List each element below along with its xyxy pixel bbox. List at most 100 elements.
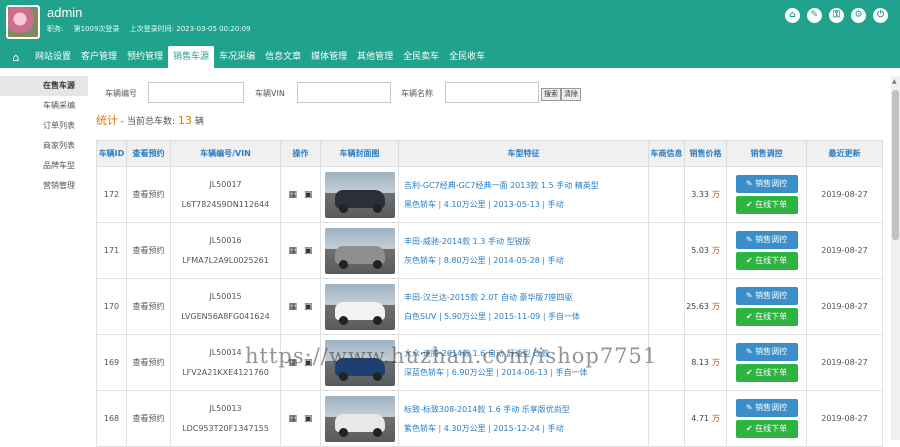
car-vin: L6T7824S9DN112644 bbox=[181, 199, 270, 209]
sidebar-item-orders[interactable]: 订单列表 bbox=[0, 116, 88, 136]
sidebar-item-marketing[interactable]: 营销管理 bbox=[0, 176, 88, 196]
sales-control-button[interactable]: ✎ 销售调控 bbox=[735, 175, 798, 193]
car-spec: 灰色轿车 | 8.80万公里 | 2014-05-28 | 手动 bbox=[404, 255, 564, 265]
sales-control-button[interactable]: ✎ 销售调控 bbox=[735, 231, 798, 249]
key-icon[interactable]: ⚿ bbox=[829, 8, 844, 23]
check-icon: ✔ bbox=[745, 200, 756, 209]
col-ops: 操作 bbox=[280, 140, 321, 167]
car-code: JL50014 bbox=[209, 347, 242, 357]
qrcode-icon[interactable]: ▦ bbox=[288, 246, 297, 256]
qrcode-icon[interactable]: ▦ bbox=[288, 414, 297, 424]
car-wheel-front bbox=[338, 259, 348, 269]
nav-item-bookings[interactable]: 预约管理 bbox=[122, 46, 168, 68]
nav-item-website[interactable]: 网站设置 bbox=[30, 46, 76, 68]
home-icon[interactable]: ⌂ bbox=[6, 48, 26, 68]
car-id: 171 bbox=[96, 222, 127, 279]
power-icon[interactable]: ⏻ bbox=[873, 8, 888, 23]
col-id[interactable]: 车辆ID bbox=[96, 140, 127, 167]
vertical-scrollbar[interactable]: ▲ bbox=[891, 76, 900, 440]
cover-cell bbox=[320, 278, 399, 335]
col-price[interactable]: 销售价格 bbox=[684, 140, 727, 167]
sidebar-item-brands[interactable]: 品牌车型 bbox=[0, 156, 88, 176]
clear-button[interactable]: 清除 bbox=[561, 88, 581, 101]
nav-item-sales[interactable]: 销售车源 bbox=[168, 46, 215, 68]
nav-item-buy-car[interactable]: 全民收车 bbox=[444, 46, 490, 68]
col-updated[interactable]: 最近更新 bbox=[806, 140, 883, 167]
stats-summary: 统计 - 当前总车数: 13 辆 bbox=[96, 112, 204, 128]
stats-desc: - 当前总车数: bbox=[118, 117, 176, 127]
nav-item-other[interactable]: 其他管理 bbox=[352, 46, 398, 68]
car-spec: 紫色轿车 | 4.30万公里 | 2015-12-24 | 手动 bbox=[404, 423, 564, 433]
car-cover-image[interactable] bbox=[324, 227, 395, 274]
qrcode-icon[interactable]: ▦ bbox=[288, 190, 297, 200]
car-no-input[interactable] bbox=[148, 82, 244, 103]
car-name-input[interactable] bbox=[445, 82, 539, 103]
car-vin: LFV2A21KXE4121760 bbox=[182, 367, 269, 377]
nav-item-articles[interactable]: 信息文章 bbox=[260, 46, 306, 68]
price-cell: 5.03 万 bbox=[684, 222, 727, 279]
car-model-link[interactable]: 大众-速腾-2014款 1.6 自动 舒适型 改款 bbox=[404, 344, 648, 363]
edit-icon: ✎ bbox=[745, 179, 756, 188]
order-online-button[interactable]: ✔ 在线下单 bbox=[735, 364, 798, 382]
nav-item-media[interactable]: 媒体管理 bbox=[306, 46, 352, 68]
view-booking-link[interactable]: 查看预约 bbox=[126, 278, 171, 335]
check-icon: ✔ bbox=[745, 256, 756, 265]
gear-icon[interactable]: ⚙ bbox=[851, 8, 866, 23]
qrcode-icon[interactable]: ▦ bbox=[288, 302, 297, 312]
order-online-button[interactable]: ✔ 在线下单 bbox=[735, 308, 798, 326]
image-icon[interactable]: ▣ bbox=[304, 302, 313, 312]
qrcode-icon[interactable]: ▦ bbox=[288, 358, 297, 368]
order-online-button[interactable]: ✔ 在线下单 bbox=[735, 420, 798, 438]
nav-item-sell-car[interactable]: 全民卖车 bbox=[398, 46, 444, 68]
vin-label: 车辆VIN bbox=[255, 89, 285, 98]
col-booking: 查看预约 bbox=[126, 140, 171, 167]
car-cover-image[interactable] bbox=[324, 395, 395, 442]
avatar[interactable] bbox=[6, 5, 40, 39]
image-icon[interactable]: ▣ bbox=[304, 246, 313, 256]
col-code-vin[interactable]: 车辆编号/VIN bbox=[170, 140, 281, 167]
car-wheel-rear bbox=[372, 371, 382, 381]
skin-icon[interactable]: ✎ bbox=[807, 8, 822, 23]
sales-control-button[interactable]: ✎ 销售调控 bbox=[735, 287, 798, 305]
car-wheel-front bbox=[338, 315, 348, 325]
car-vin: LFMA7L2A9L0025261 bbox=[182, 255, 269, 265]
car-cover-image[interactable] bbox=[324, 339, 395, 386]
price-cell: 4.71 万 bbox=[684, 390, 727, 447]
sales-control-button[interactable]: ✎ 销售调控 bbox=[735, 343, 798, 361]
image-icon[interactable]: ▣ bbox=[304, 414, 313, 424]
car-cover-image[interactable] bbox=[324, 171, 395, 218]
search-button[interactable]: 搜索 bbox=[541, 88, 561, 101]
order-online-label: 在线下单 bbox=[755, 368, 788, 377]
car-model-link[interactable]: 丰田-威驰-2014款 1.3 手动 型锐版 bbox=[404, 232, 648, 251]
sales-control-button[interactable]: ✎ 销售调控 bbox=[735, 399, 798, 417]
image-icon[interactable]: ▣ bbox=[304, 358, 313, 368]
updated-date: 2019-08-27 bbox=[806, 390, 883, 447]
car-spec: 深蓝色轿车 | 6.90万公里 | 2014-06-13 | 手自一体 bbox=[404, 367, 588, 377]
car-cover-image[interactable] bbox=[324, 283, 395, 330]
view-booking-link[interactable]: 查看预约 bbox=[126, 334, 171, 391]
car-model-link[interactable]: 标致-标致308-2014款 1.6 手动 乐享版优尚型 bbox=[404, 400, 648, 419]
sidebar-item-on-sale[interactable]: 在售车源 bbox=[0, 76, 88, 96]
nav-item-customers[interactable]: 客户管理 bbox=[76, 46, 122, 68]
price-unit: 万 bbox=[712, 302, 720, 311]
order-online-button[interactable]: ✔ 在线下单 bbox=[735, 252, 798, 270]
car-model-link[interactable]: 吉利-GC7经典-GC7经典一面 2013款 1.5 手动 精英型 bbox=[404, 176, 648, 195]
stats-count: 13 bbox=[178, 114, 193, 127]
car-model-link[interactable]: 丰田-汉兰达-2015款 2.0T 自动 豪华版7座四驱 bbox=[404, 288, 648, 307]
nav-item-car-editing[interactable]: 车况采编 bbox=[214, 46, 260, 68]
home-circle-icon[interactable]: ⌂ bbox=[785, 8, 800, 23]
view-booking-link[interactable]: 查看预约 bbox=[126, 390, 171, 447]
main-nav: ⌂ 网站设置 客户管理 预约管理 销售车源 车况采编 信息文章 媒体管理 其他管… bbox=[0, 45, 900, 71]
image-icon[interactable]: ▣ bbox=[304, 190, 313, 200]
sidebar-item-car-editing[interactable]: 车辆采编 bbox=[0, 96, 88, 116]
scroll-up-arrow-icon[interactable]: ▲ bbox=[892, 78, 897, 85]
order-online-button[interactable]: ✔ 在线下单 bbox=[735, 196, 798, 214]
updated-date: 2019-08-27 bbox=[806, 334, 883, 391]
vin-input[interactable] bbox=[297, 82, 391, 103]
scrollbar-thumb[interactable] bbox=[892, 90, 899, 240]
car-id: 170 bbox=[96, 278, 127, 335]
dealer-cell bbox=[648, 222, 685, 279]
view-booking-link[interactable]: 查看预约 bbox=[126, 166, 171, 223]
sidebar-item-dealers[interactable]: 商家列表 bbox=[0, 136, 88, 156]
view-booking-link[interactable]: 查看预约 bbox=[126, 222, 171, 279]
